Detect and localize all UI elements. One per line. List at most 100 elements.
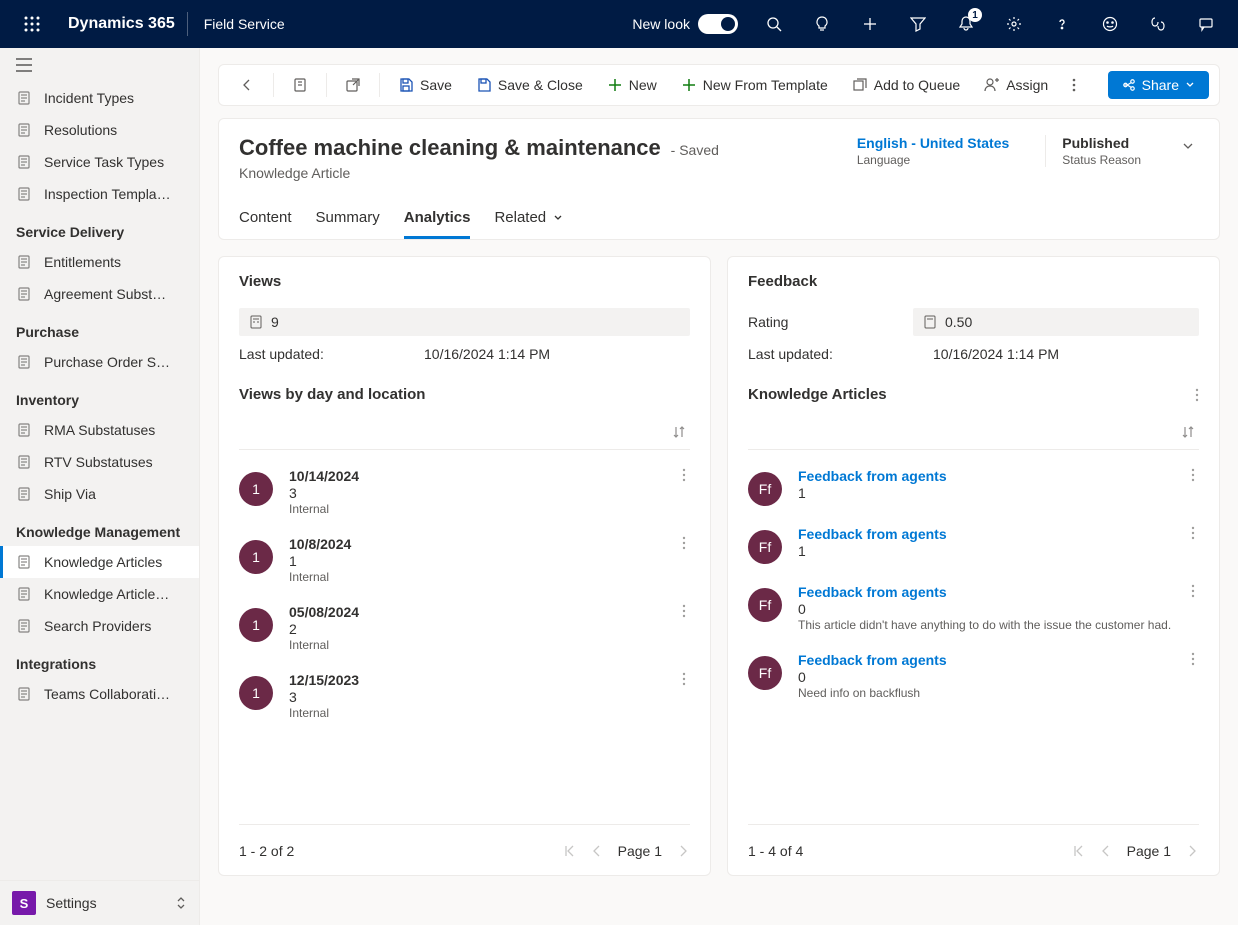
copilot-icon[interactable] (1134, 0, 1182, 48)
app-launcher[interactable] (8, 0, 56, 48)
sidebar-item-incident-types[interactable]: Incident Types (0, 82, 199, 114)
item-count: 3 (289, 485, 690, 501)
global-topbar: Dynamics 365 Field Service New look 1 (0, 0, 1238, 48)
sidebar-toggle[interactable] (0, 48, 199, 82)
sidebar-item-ship-via[interactable]: Ship Via (0, 478, 199, 510)
popout-button[interactable] (335, 71, 371, 99)
smiley-icon[interactable] (1086, 0, 1134, 48)
share-button[interactable]: Share (1108, 71, 1209, 99)
views-list-item[interactable]: 1 10/8/2024 1 Internal (239, 526, 690, 594)
item-title[interactable]: Feedback from agents (798, 468, 1199, 484)
sidebar-item-rma-substatuses[interactable]: RMA Substatuses (0, 414, 199, 446)
subgrid-menu-button[interactable] (1195, 388, 1199, 402)
feedback-title: Feedback (748, 273, 1199, 290)
views-updated-label: Last updated: (239, 346, 424, 362)
save-button[interactable]: Save (388, 71, 462, 99)
sort-button[interactable] (1177, 421, 1199, 443)
save-close-button[interactable]: Save & Close (466, 71, 593, 99)
tab-related[interactable]: Related (494, 199, 564, 239)
next-page-button[interactable] (1185, 844, 1199, 858)
assign-button[interactable]: Assign (974, 71, 1058, 99)
tab-content[interactable]: Content (239, 199, 292, 239)
add-icon[interactable] (846, 0, 894, 48)
sidebar-item-teams-collab[interactable]: Teams Collaborati… (0, 678, 199, 710)
area-letter: S (12, 891, 36, 915)
toggle-switch[interactable] (698, 14, 738, 34)
tab-analytics[interactable]: Analytics (404, 199, 471, 239)
item-title[interactable]: Feedback from agents (798, 652, 1199, 668)
feedback-list-item[interactable]: Ff Feedback from agents 1 (748, 516, 1199, 574)
new-look-toggle[interactable]: New look (620, 14, 750, 34)
item-badge: 1 (239, 608, 273, 642)
item-menu-button[interactable] (1187, 522, 1199, 544)
item-menu-button[interactable] (678, 600, 690, 622)
item-source: Internal (289, 570, 690, 584)
sidebar-item-resolutions[interactable]: Resolutions (0, 114, 199, 146)
lightbulb-icon[interactable] (798, 0, 846, 48)
prev-page-button[interactable] (590, 844, 604, 858)
item-menu-button[interactable] (678, 668, 690, 690)
record-header: Coffee machine cleaning & maintenance - … (218, 118, 1220, 240)
area-switcher[interactable]: S Settings (0, 880, 199, 925)
notifications-icon[interactable]: 1 (942, 0, 990, 48)
item-menu-button[interactable] (1187, 648, 1199, 670)
item-score: 0 (798, 601, 1199, 617)
add-to-queue-button[interactable]: Add to Queue (842, 71, 970, 99)
open-record-set-button[interactable] (282, 71, 318, 99)
overflow-button[interactable] (1062, 71, 1086, 99)
status-reason-field[interactable]: Published Status Reason (1045, 135, 1157, 167)
nav-group: Service Delivery (0, 210, 199, 246)
sidebar-item-agreement-subst[interactable]: Agreement Subst… (0, 278, 199, 310)
app-name[interactable]: Field Service (188, 16, 301, 32)
item-menu-button[interactable] (1187, 464, 1199, 486)
sort-button[interactable] (668, 421, 690, 443)
item-badge: 1 (239, 472, 273, 506)
new-from-template-button[interactable]: New From Template (671, 71, 838, 99)
views-list-item[interactable]: 1 12/15/2023 3 Internal (239, 662, 690, 730)
chat-icon[interactable] (1182, 0, 1230, 48)
sidebar-item-rtv-substatuses[interactable]: RTV Substatuses (0, 446, 199, 478)
item-date: 10/14/2024 (289, 468, 690, 484)
sidebar-item-inspection-templates[interactable]: Inspection Templa… (0, 178, 199, 210)
new-look-label: New look (632, 16, 690, 32)
help-icon[interactable] (1038, 0, 1086, 48)
item-menu-button[interactable] (678, 532, 690, 554)
brand-label[interactable]: Dynamics 365 (56, 15, 187, 33)
item-title[interactable]: Feedback from agents (798, 526, 1199, 542)
sidebar-item-entitlements[interactable]: Entitlements (0, 246, 199, 278)
item-source: Internal (289, 706, 690, 720)
sitemap-sidebar: Incident TypesResolutionsService Task Ty… (0, 48, 200, 925)
item-menu-button[interactable] (1187, 580, 1199, 602)
item-comment: This article didn't have anything to do … (798, 618, 1199, 632)
feedback-list-item[interactable]: Ff Feedback from agents 0 Need info on b… (748, 642, 1199, 710)
item-count: 2 (289, 621, 690, 637)
first-page-button[interactable] (1071, 844, 1085, 858)
prev-page-button[interactable] (1099, 844, 1113, 858)
next-page-button[interactable] (676, 844, 690, 858)
sidebar-item-knowledge-article-t[interactable]: Knowledge Article… (0, 578, 199, 610)
item-title[interactable]: Feedback from agents (798, 584, 1199, 600)
sidebar-item-knowledge-articles[interactable]: Knowledge Articles (0, 546, 199, 578)
filter-icon[interactable] (894, 0, 942, 48)
feedback-panel: Feedback Rating 0.50 Last updated: 10/16… (727, 256, 1220, 876)
settings-icon[interactable] (990, 0, 1038, 48)
item-menu-button[interactable] (678, 464, 690, 486)
tab-summary[interactable]: Summary (316, 199, 380, 239)
feedback-list-item[interactable]: Ff Feedback from agents 0 This article d… (748, 574, 1199, 642)
language-field[interactable]: English - United States Language (841, 135, 1025, 167)
back-button[interactable] (229, 71, 265, 99)
search-icon[interactable] (750, 0, 798, 48)
feedback-list-item[interactable]: Ff Feedback from agents 1 (748, 458, 1199, 516)
sidebar-item-service-task-types[interactable]: Service Task Types (0, 146, 199, 178)
header-expand-button[interactable] (1177, 135, 1199, 157)
rating-label: Rating (748, 314, 913, 330)
feedback-subgrid-title: Knowledge Articles (748, 386, 887, 403)
views-list-item[interactable]: 1 10/14/2024 3 Internal (239, 458, 690, 526)
sidebar-item-search-providers[interactable]: Search Providers (0, 610, 199, 642)
new-button[interactable]: New (597, 71, 667, 99)
sidebar-item-purchase-order-s[interactable]: Purchase Order S… (0, 346, 199, 378)
item-score: 0 (798, 669, 1199, 685)
item-date: 05/08/2024 (289, 604, 690, 620)
first-page-button[interactable] (562, 844, 576, 858)
views-list-item[interactable]: 1 05/08/2024 2 Internal (239, 594, 690, 662)
